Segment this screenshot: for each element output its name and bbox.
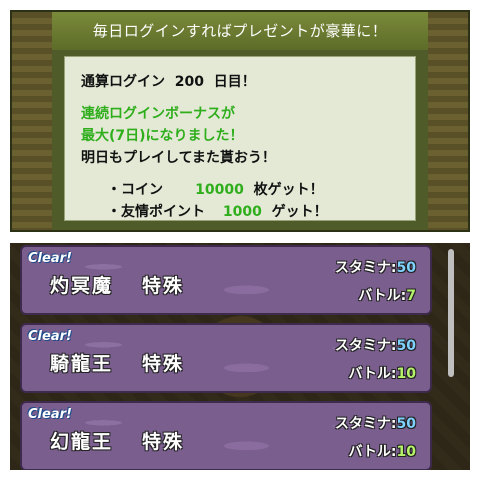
login-bonus-title: 毎日ログインすればプレゼントが豪華に！ [52, 12, 428, 50]
stamina-cost: スタミナ:50 [335, 257, 416, 277]
reward-friend-prefix: ・友情ポイント [107, 204, 205, 220]
login-bonus-panel: 毎日ログインすればプレゼントが豪華に！ 通算ログイン 200 日目！ 連続ログイ… [10, 10, 470, 232]
panel-frame-right [428, 12, 468, 230]
battle-value: 10 [396, 366, 416, 382]
stamina-value: 50 [396, 338, 416, 354]
streak-line-2: 最大(7日)になりました！ [81, 128, 244, 144]
reward-friend-suffix: ゲット！ [271, 204, 328, 220]
battle-count: バトル:10 [348, 441, 416, 461]
battle-label: バトル: [348, 366, 397, 382]
reward-friend-value: 1000 [222, 204, 262, 220]
stamina-cost: スタミナ:50 [335, 335, 416, 355]
battle-value: 10 [396, 444, 416, 460]
dungeon-type: 特殊 [142, 275, 185, 297]
stamina-value: 50 [396, 260, 416, 276]
reward-coin-suffix: 枚ゲット！ [253, 182, 324, 198]
reward-coin: ・コイン 10000 枚ゲット！ [81, 179, 399, 201]
scrollbar[interactable] [448, 249, 454, 377]
stamina-label: スタミナ: [334, 260, 397, 276]
battle-label: バトル: [358, 288, 407, 304]
tomorrow-message: 明日もプレイしてまた貰おう！ [81, 150, 276, 166]
reward-coin-prefix: ・コイン [107, 182, 163, 198]
clear-badge: Clear! [28, 329, 72, 344]
stamina-label: スタミナ: [334, 416, 397, 432]
dungeon-item[interactable]: Clear! 幻龍王 特殊 スタミナ:50 バトル:10 [20, 401, 432, 470]
dungeon-name: 灼冥魔 [50, 275, 114, 297]
clear-badge: Clear! [28, 407, 72, 422]
total-login-label: 通算ログイン [81, 74, 165, 90]
dungeon-item[interactable]: Clear! 灼冥魔 特殊 スタミナ:50 バトル:7 [20, 245, 432, 315]
dungeon-list: Clear! 灼冥魔 特殊 スタミナ:50 バトル:7 Clear! 騎龍王 特… [10, 243, 470, 470]
total-login-suffix: 日目！ [213, 74, 256, 90]
dungeon-type: 特殊 [142, 431, 185, 453]
dungeon-item[interactable]: Clear! 騎龍王 特殊 スタミナ:50 バトル:10 [20, 323, 432, 393]
stamina-cost: スタミナ:50 [335, 413, 416, 433]
login-bonus-message: 通算ログイン 200 日目！ 連続ログインボーナスが 最大(7日)になりました！… [64, 56, 416, 221]
reward-coin-value: 10000 [195, 182, 244, 198]
streak-line-1: 連続ログインボーナスが [81, 106, 235, 122]
battle-label: バトル: [348, 444, 397, 460]
clear-badge: Clear! [28, 251, 72, 266]
dungeon-type: 特殊 [142, 353, 185, 375]
reward-friend-points: ・友情ポイント 1000 ゲット！ [81, 201, 399, 223]
total-login-row: 通算ログイン 200 日目！ [81, 71, 399, 93]
panel-frame-left [12, 12, 52, 230]
battle-count: バトル:10 [348, 363, 416, 383]
stamina-value: 50 [396, 416, 416, 432]
dungeon-name: 騎龍王 [50, 353, 114, 375]
dungeon-name: 幻龍王 [50, 431, 114, 453]
stamina-label: スタミナ: [334, 338, 397, 354]
total-login-days: 200 [174, 74, 204, 90]
battle-count: バトル:7 [358, 285, 416, 305]
battle-value: 7 [406, 288, 416, 304]
